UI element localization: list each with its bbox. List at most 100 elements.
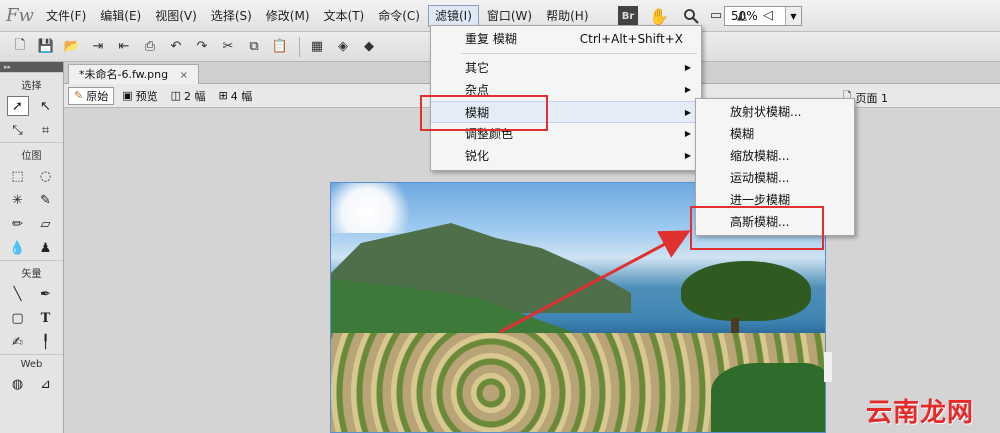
four-up-icon: ⊞: [218, 89, 228, 102]
close-icon[interactable]: ×: [180, 70, 188, 81]
menu-file[interactable]: 文件(F): [40, 5, 92, 27]
toolbar-right: ▭ ◭ ◁: [704, 4, 782, 26]
copy-icon[interactable]: ⧉: [242, 36, 266, 58]
print-icon[interactable]: ⎙: [138, 36, 162, 58]
pencil-tool-icon[interactable]: ✏: [7, 214, 29, 234]
image-pine-tree: [681, 261, 811, 321]
redo-icon[interactable]: ↷: [190, 36, 214, 58]
document-tab-label: *未命名-6.fw.png: [79, 68, 169, 81]
line-tool-icon[interactable]: ╲: [7, 284, 29, 304]
knife-tool-icon[interactable]: ╿: [35, 332, 57, 352]
menu-item-repeat-blur[interactable]: 重复 模糊 Ctrl+Alt+Shift+X: [431, 28, 701, 50]
combine-icon[interactable]: ◆: [357, 36, 381, 58]
menu-item-label: 其它: [465, 61, 490, 75]
toolbar-separator: [299, 36, 300, 57]
bridge-icon[interactable]: Br: [618, 6, 638, 26]
view-original-label: 原始: [86, 89, 109, 103]
document-tab[interactable]: *未命名-6.fw.png ×: [68, 64, 199, 84]
cut-icon[interactable]: ✂: [216, 36, 240, 58]
save-icon[interactable]: 💾: [34, 36, 58, 58]
magic-wand-icon[interactable]: ✳: [7, 190, 29, 210]
submenu-arrow-icon: ▶: [684, 63, 691, 72]
lasso-tool-icon[interactable]: ◌: [35, 166, 57, 186]
stamp-tool-icon[interactable]: ♟: [35, 238, 57, 258]
tools-section-web: Web: [0, 354, 63, 372]
menu-view[interactable]: 视图(V): [149, 5, 203, 27]
tools-section-vector: 矢量: [0, 260, 63, 282]
menu-text[interactable]: 文本(T): [318, 5, 371, 27]
import-icon[interactable]: ⇥: [86, 36, 110, 58]
slice-tool-icon[interactable]: ⊿: [35, 374, 57, 394]
submenu-arrow-icon: ▶: [684, 129, 691, 138]
subselect-tool-icon[interactable]: ↖: [35, 96, 57, 116]
menu-window[interactable]: 窗口(W): [481, 5, 538, 27]
pointer-tool-icon[interactable]: ➚: [6, 96, 29, 116]
scale-tool-icon[interactable]: ⤡: [7, 120, 29, 140]
text-tool-icon[interactable]: T: [35, 308, 57, 328]
view-original-button[interactable]: ✎ 原始: [68, 86, 115, 105]
menu-select[interactable]: 选择(S): [205, 5, 258, 27]
menu-item-label: 重复 模糊: [465, 32, 517, 46]
view-2up-label: 2 幅: [184, 89, 206, 103]
undo-icon[interactable]: ↶: [164, 36, 188, 58]
view-4up-button[interactable]: ⊞ 4 幅: [214, 87, 258, 105]
menu-separator: [461, 53, 697, 54]
image-cloud: [331, 183, 421, 233]
page-label: 页面 1: [855, 91, 889, 105]
watermark: 云南龙网: [866, 398, 975, 428]
marquee-tool-icon[interactable]: ⬚: [7, 166, 29, 186]
rectangle-tool-icon[interactable]: ▢: [7, 308, 29, 328]
pencil-icon: ✎: [74, 89, 84, 102]
menu-commands[interactable]: 命令(C): [372, 5, 426, 27]
menu-filters[interactable]: 滤镜(I): [427, 4, 479, 27]
tools-section-bitmap: 位图: [0, 142, 63, 164]
menu-edit[interactable]: 编辑(E): [94, 5, 147, 27]
panel-grip[interactable]: ▸▸: [0, 62, 63, 72]
submenu-arrow-icon: ▶: [684, 108, 691, 117]
image-bush: [711, 363, 825, 432]
pen-tool-icon[interactable]: ✒: [35, 284, 57, 304]
align-icon[interactable]: ▭: [704, 4, 728, 26]
submenu-arrow-icon: ▶: [684, 151, 691, 160]
new-document-icon[interactable]: 🗋: [8, 36, 32, 58]
menu-modify[interactable]: 修改(M): [260, 5, 316, 27]
menu-item-sharpen[interactable]: 锐化 ▶: [431, 145, 701, 167]
submenu-item-zoom-blur[interactable]: 缩放模糊...: [696, 145, 854, 167]
export-icon[interactable]: ⇤: [112, 36, 136, 58]
menu-item-label: 锐化: [465, 149, 490, 163]
ungroup-icon[interactable]: ◈: [331, 36, 355, 58]
flip-vertical-icon[interactable]: ◁: [756, 4, 780, 26]
flip-horizontal-icon[interactable]: ◭: [730, 4, 754, 26]
submenu-item-blur[interactable]: 模糊: [696, 123, 854, 145]
image-icon: ▣: [122, 89, 133, 102]
brush-tool-icon[interactable]: ✎: [35, 190, 57, 210]
crop-tool-icon[interactable]: ⌗: [35, 120, 57, 140]
submenu-item-radial-blur[interactable]: 放射状模糊...: [696, 101, 854, 123]
freeform-tool-icon[interactable]: ✍: [7, 332, 29, 352]
view-2up-button[interactable]: ◫ 2 幅: [166, 87, 211, 105]
view-preview-label: 预览: [135, 89, 158, 103]
chevron-down-icon[interactable]: ▼: [785, 7, 801, 25]
view-preview-button[interactable]: ▣ 预览: [117, 87, 162, 105]
menu-item-other[interactable]: 其它 ▶: [431, 57, 701, 79]
view-4up-label: 4 幅: [230, 89, 253, 103]
two-up-icon: ◫: [170, 89, 182, 102]
canvas-scroll-handle[interactable]: [824, 352, 832, 382]
submenu-item-motion-blur[interactable]: 运动模糊...: [696, 167, 854, 189]
group-icon[interactable]: ▦: [305, 36, 329, 58]
menu-item-shortcut: Ctrl+Alt+Shift+X: [579, 32, 683, 46]
zoom-icon[interactable]: [680, 5, 702, 27]
highlight-box-blur: [420, 95, 548, 131]
open-icon[interactable]: 📂: [60, 36, 84, 58]
hotspot-tool-icon[interactable]: ◍: [7, 374, 29, 394]
fireworks-logo: Fw: [6, 5, 34, 26]
submenu-arrow-icon: ▶: [684, 85, 691, 94]
hand-icon[interactable]: ✋: [648, 5, 670, 27]
menu-help[interactable]: 帮助(H): [540, 5, 594, 27]
paste-icon[interactable]: 📋: [268, 36, 292, 58]
menubar-tools: Br ✋: [618, 5, 702, 27]
eraser-tool-icon[interactable]: ▱: [35, 214, 57, 234]
tools-section-select: 选择: [0, 72, 63, 94]
highlight-box-gaussian-blur: [690, 206, 824, 250]
blur-tool-icon[interactable]: 💧: [7, 238, 29, 258]
